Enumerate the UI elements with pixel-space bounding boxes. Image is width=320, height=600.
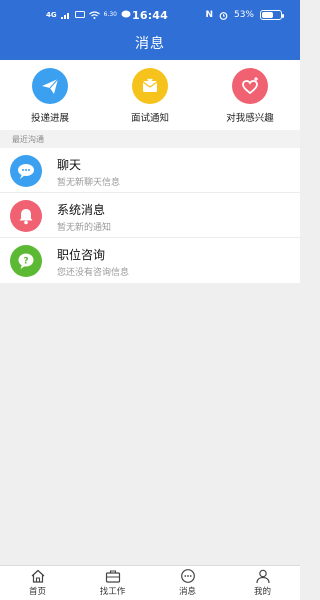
bell-icon [10,200,42,232]
paper-plane-icon [32,68,68,104]
briefcase-icon [105,570,120,583]
conversation-item-chat[interactable]: 聊天 暂无新聊天信息 [0,148,300,193]
status-bar: 4G 6.30 16:44 N 53% [0,0,300,30]
top-header: 4G 6.30 16:44 N 53% 消息 [0,0,300,60]
envelope-heart-icon [132,68,168,104]
quick-action-label: 对我感兴趣 [226,113,274,124]
message-icon [180,569,195,583]
tab-mine[interactable]: 我的 [225,568,300,597]
quick-action-interview-notice[interactable]: 面试通知 [100,68,200,124]
tab-label: 我的 [253,587,271,597]
conversation-list: 聊天 暂无新聊天信息 系统消息 暂无新的通知 ? 职位咨询 您还没有咨询信息 [0,148,300,283]
bottom-tab-bar: 首页 找工作 消息 我的 [0,565,300,600]
home-icon [31,569,44,583]
tab-label: 首页 [28,587,46,597]
conversation-title: 职位咨询 [57,248,106,262]
tab-home[interactable]: 首页 [0,568,75,597]
battery-icon [260,10,284,20]
tab-label: 消息 [178,587,196,597]
section-header: 最近沟通 [0,130,300,148]
quick-action-delivery-progress[interactable]: 投递进展 [0,68,100,124]
conversation-item-job-inquiry[interactable]: ? 职位咨询 您还没有咨询信息 [0,238,300,283]
quick-action-label: 投递进展 [30,113,69,124]
conversation-title: 系统消息 [57,203,106,217]
tab-label: 找工作 [99,587,126,597]
page-title: 消息 [135,36,165,52]
quick-action-interested-in-me[interactable]: 对我感兴趣 [200,68,300,124]
conversation-item-system-messages[interactable]: 系统消息 暂无新的通知 [0,193,300,238]
quick-actions: 投递进展 面试通知 对我感兴趣 [0,60,300,130]
conversation-subtitle: 暂无新的通知 [57,223,112,233]
nfc-icon: N [205,10,213,20]
tab-find-job[interactable]: 找工作 [75,568,150,597]
conversation-subtitle: 您还没有咨询信息 [57,268,130,278]
alarm-icon [219,11,228,20]
heart-icon [232,68,268,104]
user-icon [255,569,270,584]
svg-text:?: ? [23,257,28,267]
section-label: 最近沟通 [12,135,44,144]
conversation-title: 聊天 [57,158,82,172]
battery-percent: 53% [233,10,254,20]
question-bubble-icon: ? [10,245,42,277]
chat-bubble-icon [10,155,42,187]
conversation-subtitle: 暂无新聊天信息 [57,178,121,188]
quick-action-label: 面试通知 [130,113,169,124]
tab-messages[interactable]: 消息 [150,568,225,597]
